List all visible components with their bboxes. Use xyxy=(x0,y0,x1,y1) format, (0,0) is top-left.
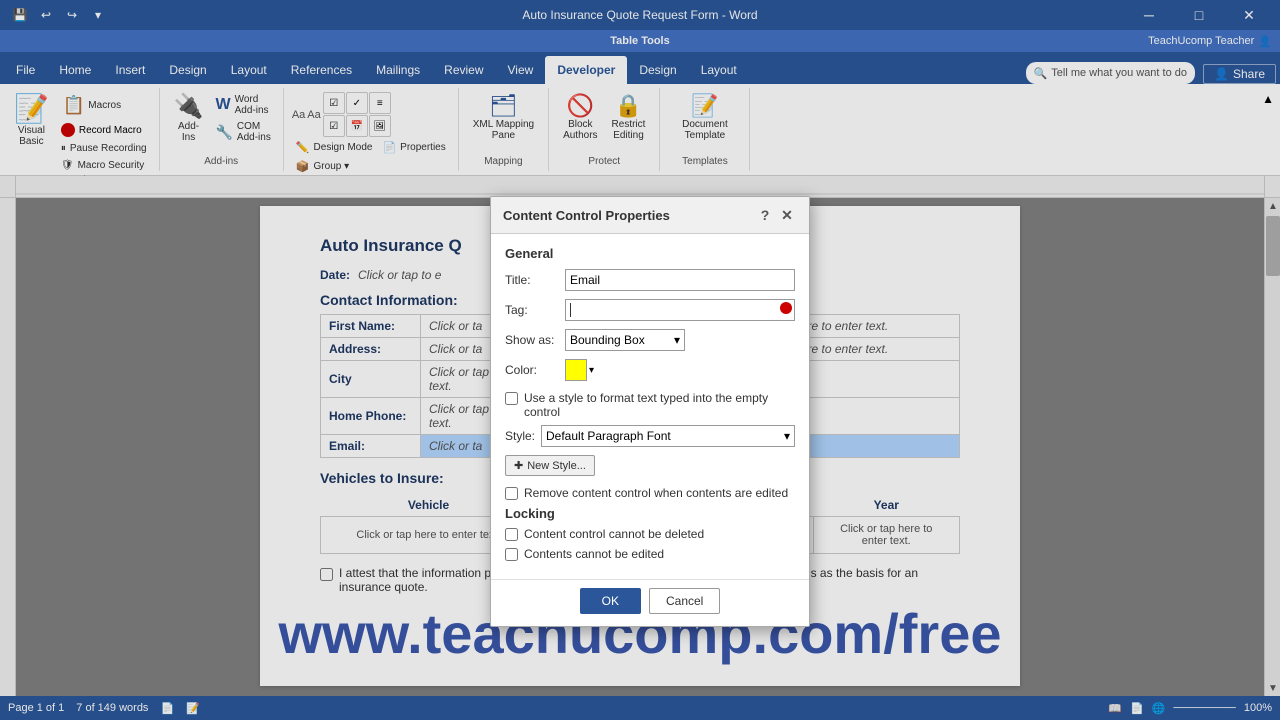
cannot-delete-row: Content control cannot be deleted xyxy=(505,527,795,541)
dialog-help-button[interactable]: ? xyxy=(755,205,775,225)
color-row: Color: ▾ xyxy=(505,359,795,381)
show-as-label: Show as: xyxy=(505,333,565,347)
cannot-edit-row: Contents cannot be edited xyxy=(505,547,795,561)
color-swatch[interactable] xyxy=(565,359,587,381)
dialog-close-button[interactable]: ✕ xyxy=(777,205,797,225)
use-style-label: Use a style to format text typed into th… xyxy=(524,391,795,419)
use-style-checkbox[interactable] xyxy=(505,392,518,405)
new-style-button[interactable]: ✚ New Style... xyxy=(505,455,595,476)
new-style-icon: ✚ xyxy=(514,459,523,472)
show-as-row: Show as: Bounding Box ▾ xyxy=(505,329,795,351)
new-style-wrapper: ✚ New Style... xyxy=(505,455,795,476)
title-input[interactable] xyxy=(565,269,795,291)
style-chevron-icon: ▾ xyxy=(784,429,790,443)
show-as-select[interactable]: Bounding Box ▾ xyxy=(565,329,685,351)
style-value: Default Paragraph Font xyxy=(546,429,671,443)
show-as-chevron-icon: ▾ xyxy=(674,333,680,347)
cannot-delete-label: Content control cannot be deleted xyxy=(524,527,704,541)
cannot-delete-checkbox[interactable] xyxy=(505,528,518,541)
tag-cursor xyxy=(570,303,571,317)
style-select[interactable]: Default Paragraph Font ▾ xyxy=(541,425,795,447)
style-label: Style: xyxy=(505,429,541,443)
dialog-title-bar: Content Control Properties ? ✕ xyxy=(491,197,809,234)
remove-control-checkbox[interactable] xyxy=(505,487,518,500)
general-section-label: General xyxy=(505,246,795,261)
tag-row: Tag: xyxy=(505,299,795,321)
title-label: Title: xyxy=(505,273,565,287)
dialog-body: General Title: Tag: Show as: Bounding Bo… xyxy=(491,234,809,579)
ok-button[interactable]: OK xyxy=(580,588,641,614)
new-style-label: New Style... xyxy=(527,460,586,472)
style-row: Style: Default Paragraph Font ▾ xyxy=(505,425,795,447)
color-label: Color: xyxy=(505,363,565,377)
cannot-edit-label: Contents cannot be edited xyxy=(524,547,664,561)
dialog-title-icons: ? ✕ xyxy=(755,205,797,225)
cannot-edit-checkbox[interactable] xyxy=(505,548,518,561)
title-row: Title: xyxy=(505,269,795,291)
use-style-row: Use a style to format text typed into th… xyxy=(505,391,795,419)
locking-label: Locking xyxy=(505,506,795,521)
color-dropdown-button[interactable]: ▾ xyxy=(589,365,594,376)
show-as-value: Bounding Box xyxy=(570,333,645,347)
tag-input-wrapper xyxy=(565,299,795,321)
content-control-dialog: Content Control Properties ? ✕ General T… xyxy=(490,196,810,627)
dialog-title-text: Content Control Properties xyxy=(503,208,670,223)
red-dot xyxy=(780,302,792,314)
remove-control-label: Remove content control when contents are… xyxy=(524,486,788,500)
tag-label: Tag: xyxy=(505,303,565,317)
dialog-footer: OK Cancel xyxy=(491,579,809,626)
cancel-button[interactable]: Cancel xyxy=(649,588,720,614)
remove-control-row: Remove content control when contents are… xyxy=(505,486,795,500)
